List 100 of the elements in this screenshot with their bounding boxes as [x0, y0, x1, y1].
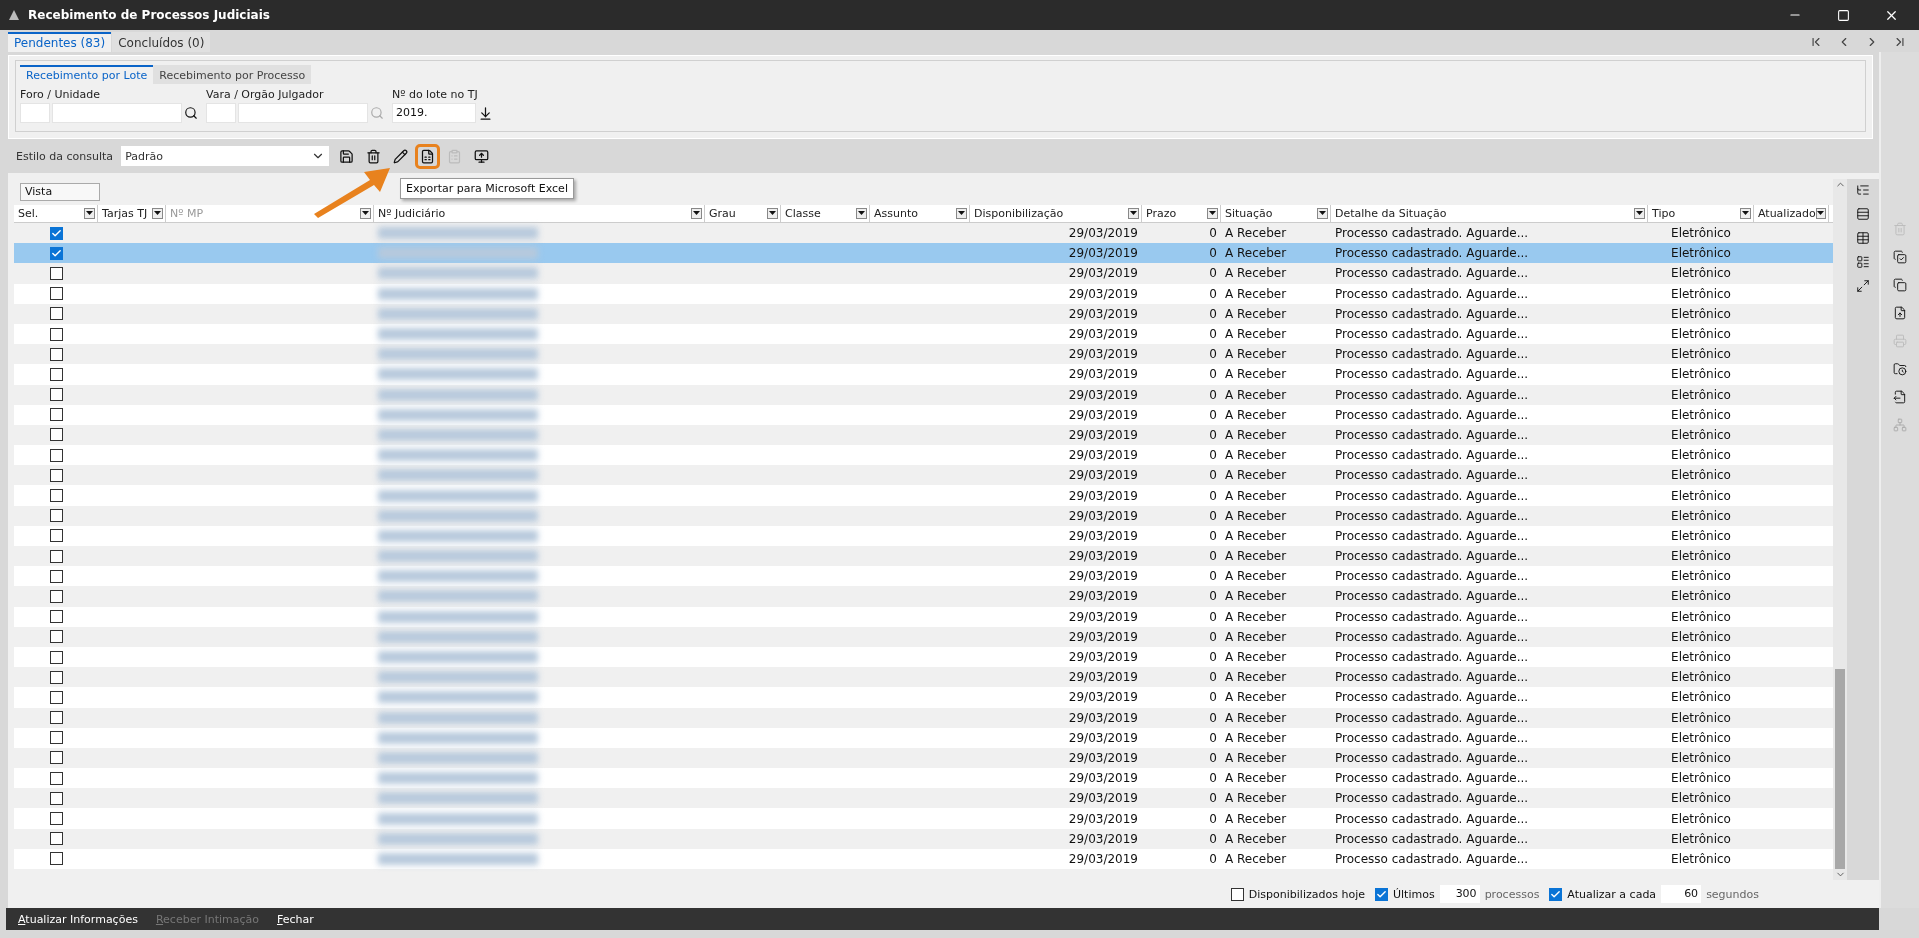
checkbox[interactable] — [49, 731, 63, 745]
checkbox[interactable] — [49, 428, 63, 442]
column-header[interactable]: Grau — [705, 205, 781, 222]
column-header[interactable]: Nº Judiciário — [374, 205, 705, 222]
input-field[interactable]: 2019. — [392, 103, 476, 123]
table-row[interactable]: 29/03/2019 0 A Receber Processo cadastrado. Aguarde... Eletrônico — [14, 808, 1833, 829]
input-field[interactable] — [52, 103, 182, 123]
checkbox[interactable] — [49, 832, 63, 846]
filter-dropdown-icon[interactable] — [84, 208, 95, 219]
tab[interactable]: Recebimento por Lote — [20, 65, 154, 84]
table-row[interactable]: 29/03/2019 0 A Receber Processo cadastrado. Aguarde... Eletrônico — [14, 687, 1833, 708]
input-field[interactable] — [20, 103, 50, 123]
number-field[interactable]: 300 — [1439, 885, 1480, 903]
checkbox[interactable] — [49, 448, 63, 462]
filter-dropdown-icon[interactable] — [956, 208, 967, 219]
checkbox[interactable] — [49, 408, 63, 422]
column-header[interactable]: Tarjas TJ — [98, 205, 166, 222]
last-page-icon[interactable] — [1893, 35, 1907, 49]
table-row[interactable]: 29/03/2019 0 A Receber Processo cadastrado. Aguarde... Eletrônico — [14, 566, 1833, 587]
table-row[interactable]: 29/03/2019 0 A Receber Processo cadastrado. Aguarde... Eletrônico — [14, 243, 1833, 264]
tab[interactable]: Concluídos (0) — [112, 32, 211, 52]
checkbox[interactable] — [1549, 887, 1563, 901]
checkbox[interactable] — [49, 771, 63, 785]
column-header[interactable]: Prazo — [1142, 205, 1221, 222]
column-header[interactable]: Sel. — [14, 205, 98, 222]
table-row[interactable]: 29/03/2019 0 A Receber Processo cadastrado. Aguarde... Eletrônico — [14, 485, 1833, 506]
table-cell: 0 — [1209, 710, 1217, 725]
column-header[interactable]: Tipo — [1648, 205, 1754, 222]
column-header[interactable]: Atualizado — [1754, 205, 1829, 222]
table-row[interactable]: 29/03/2019 0 A Receber Processo cadastrado. Aguarde... Eletrônico — [14, 283, 1833, 304]
table-row[interactable]: 29/03/2019 0 A Receber Processo cadastrado. Aguarde... Eletrônico — [14, 848, 1833, 869]
table-row[interactable]: 29/03/2019 0 A Receber Processo cadastrado. Aguarde... Eletrônico — [14, 646, 1833, 668]
column-header[interactable]: Assunto — [870, 205, 970, 222]
maximize-icon[interactable] — [1836, 8, 1850, 22]
checkbox[interactable] — [49, 791, 63, 805]
filter-dropdown-icon[interactable] — [767, 208, 778, 219]
checkbox[interactable] — [49, 751, 63, 765]
download-icon[interactable] — [478, 105, 493, 121]
table-row[interactable]: 29/03/2019 0 A Receber Processo cadastrado. Aguarde... Eletrônico — [14, 404, 1833, 425]
checkbox[interactable] — [49, 307, 63, 321]
view-field[interactable]: Vista — [20, 183, 100, 201]
checkbox[interactable] — [49, 549, 63, 563]
input-field[interactable] — [238, 103, 368, 123]
spreadsheet-icon[interactable] — [418, 146, 438, 166]
checkbox[interactable] — [49, 670, 63, 684]
filter-dropdown-icon[interactable] — [856, 208, 867, 219]
column-header[interactable]: Disponibilização — [970, 205, 1142, 222]
table-row[interactable]: 29/03/2019 0 A Receber Processo cadastrado. Aguarde... Eletrônico — [14, 445, 1833, 466]
checkbox[interactable] — [49, 630, 63, 644]
checkbox[interactable] — [49, 509, 63, 523]
filter-dropdown-icon[interactable] — [1815, 208, 1826, 219]
table-row[interactable]: 29/03/2019 0 A Receber Processo cadastrado. Aguarde... Eletrônico — [14, 323, 1833, 345]
column-header[interactable]: Situação — [1221, 205, 1331, 222]
filter-dropdown-icon[interactable] — [691, 208, 702, 219]
table-row[interactable]: 29/03/2019 0 A Receber Processo cadastrado. Aguarde... Eletrônico — [14, 768, 1833, 789]
tab[interactable]: Recebimento por Processo — [153, 65, 312, 84]
checkbox[interactable] — [49, 650, 63, 664]
filter-dropdown-icon[interactable] — [1634, 208, 1645, 219]
checkbox[interactable] — [49, 589, 63, 603]
checkbox[interactable] — [49, 711, 63, 725]
first-page-icon[interactable] — [1809, 35, 1823, 49]
table-row[interactable]: 29/03/2019 0 A Receber Processo cadastrado. Aguarde... Eletrônico — [14, 727, 1833, 748]
scrollbar-thumb[interactable] — [1835, 669, 1845, 869]
checkbox[interactable] — [49, 266, 63, 280]
checkbox[interactable] — [49, 226, 63, 240]
filter-dropdown-icon[interactable] — [152, 208, 163, 219]
checkbox[interactable] — [49, 610, 63, 624]
search-icon[interactable] — [184, 106, 198, 120]
filter-dropdown-icon[interactable] — [1207, 208, 1218, 219]
checkbox[interactable] — [49, 367, 63, 381]
table-cell: 0 — [1209, 569, 1217, 584]
column-header[interactable]: Classe — [781, 205, 870, 222]
checkbox[interactable] — [49, 287, 63, 301]
column-header[interactable]: Detalhe da Situação — [1331, 205, 1648, 222]
style-dropdown[interactable]: Padrão — [121, 146, 330, 166]
checkbox[interactable] — [49, 327, 63, 341]
filter-dropdown-icon[interactable] — [1317, 208, 1328, 219]
table-row[interactable]: 29/03/2019 0 A Receber Processo cadastrado. Aguarde... Eletrônico — [14, 364, 1833, 385]
table-row[interactable]: 29/03/2019 0 A Receber Processo cadastrado. Aguarde... Eletrônico — [14, 525, 1833, 546]
input-field[interactable] — [206, 103, 236, 123]
checkbox[interactable] — [49, 246, 63, 260]
checkbox[interactable] — [49, 347, 63, 361]
scrollbar[interactable] — [1833, 179, 1847, 880]
action-button[interactable]: Atualizar Informações — [18, 912, 138, 926]
checkbox[interactable] — [49, 529, 63, 543]
table-row[interactable]: 29/03/2019 0 A Receber Processo cadastrado. Aguarde... Eletrônico — [14, 606, 1833, 627]
number-field[interactable]: 60 — [1661, 885, 1702, 903]
filter-dropdown-icon[interactable] — [1128, 208, 1139, 219]
checkbox[interactable] — [49, 852, 63, 866]
checkbox[interactable] — [49, 812, 63, 826]
checkbox[interactable] — [49, 569, 63, 583]
checkbox[interactable] — [1230, 887, 1244, 901]
checkbox[interactable] — [1374, 887, 1388, 901]
filter-dropdown-icon[interactable] — [1740, 208, 1751, 219]
tab[interactable]: Pendentes (83) — [8, 32, 112, 52]
checkbox[interactable] — [49, 489, 63, 503]
checkbox[interactable] — [49, 690, 63, 704]
checkbox[interactable] — [49, 468, 63, 482]
checkbox[interactable] — [49, 388, 63, 402]
action-button[interactable]: Fechar — [277, 912, 314, 926]
